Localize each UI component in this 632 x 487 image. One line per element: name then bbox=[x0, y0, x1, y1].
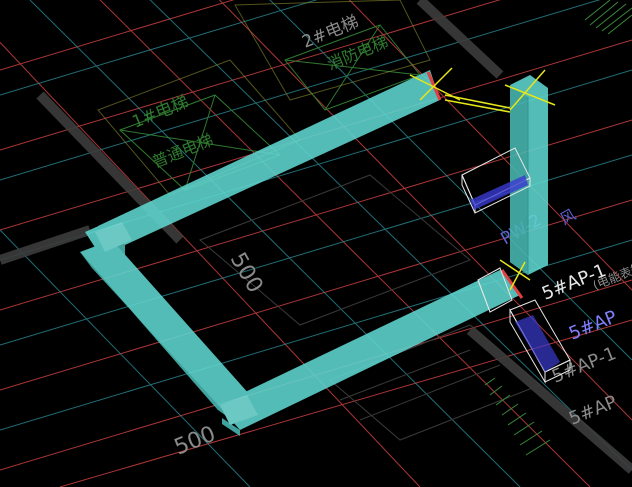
ap-label-4: 5#AP bbox=[566, 391, 620, 429]
dimension-500-bottom: 500 bbox=[171, 422, 219, 461]
feng-label: 风 bbox=[557, 205, 579, 228]
ap-label-2: 5#AP bbox=[566, 306, 620, 344]
dimension-500-middle: 500 bbox=[225, 249, 268, 298]
hatch-top-right bbox=[584, 0, 632, 35]
cad-viewport[interactable]: 1#电梯 普通电梯 2#电梯 消防电梯 500 500 PW-2 风 5#AP-… bbox=[0, 0, 632, 487]
elevator-1-label: 1#电梯 bbox=[129, 92, 191, 133]
